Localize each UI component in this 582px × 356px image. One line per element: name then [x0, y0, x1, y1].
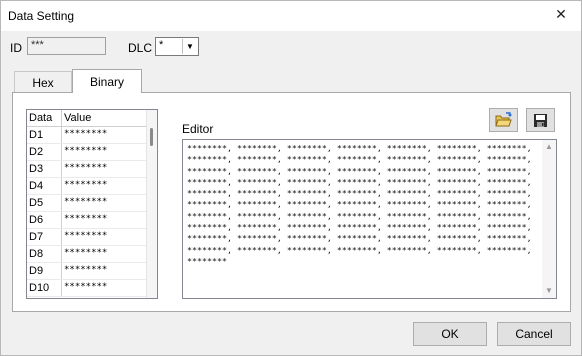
column-header-data[interactable]: Data [27, 110, 62, 126]
list-scrollbar[interactable] [146, 110, 157, 298]
list-item[interactable]: D6 ******** [27, 212, 147, 229]
id-field: *** [27, 37, 106, 55]
editor-label: Editor [182, 122, 214, 136]
list-item[interactable]: D8 ******** [27, 246, 147, 263]
cancel-button[interactable]: Cancel [497, 322, 571, 346]
dlc-select[interactable]: * ▼ [155, 37, 199, 56]
row-value: ******** [64, 282, 108, 292]
list-item[interactable]: D2 ******** [27, 144, 147, 161]
scroll-down-icon[interactable]: ▼ [545, 286, 553, 295]
list-item[interactable]: D10 ******** [27, 280, 147, 297]
dlc-value: * [159, 39, 164, 51]
row-data: D6 [27, 212, 62, 228]
list-item[interactable]: D1 ******** [27, 127, 147, 144]
list-rows: D1 ******** D2 ******** D3 ******** D4 *****… [27, 127, 147, 297]
column-header-value[interactable]: Value [62, 110, 147, 126]
close-icon[interactable]: ✕ [547, 3, 575, 27]
row-value: ******** [64, 180, 108, 190]
row-value: ******** [64, 265, 108, 275]
save-file-button[interactable] [526, 108, 555, 132]
row-data: D8 [27, 246, 62, 262]
row-data: D1 [27, 127, 62, 143]
tab-binary[interactable]: Binary [72, 69, 142, 93]
row-value: ******** [64, 231, 108, 241]
row-value: ******** [64, 214, 108, 224]
row-data: D10 [27, 280, 62, 296]
row-value: ******** [64, 163, 108, 173]
row-data: D9 [27, 263, 62, 279]
data-list[interactable]: Data Value D1 ******** D2 ******** D3 *****… [26, 109, 158, 299]
ok-button[interactable]: OK [413, 322, 487, 346]
row-value: ******** [64, 146, 108, 156]
row-data: D4 [27, 178, 62, 194]
list-item[interactable]: D3 ******** [27, 161, 147, 178]
list-item[interactable]: D4 ******** [27, 178, 147, 195]
list-item[interactable]: D5 ******** [27, 195, 147, 212]
row-value: ******** [64, 197, 108, 207]
dlc-label: DLC [128, 41, 153, 55]
row-value: ******** [64, 248, 108, 258]
row-data: D3 [27, 161, 62, 177]
list-item[interactable]: D7 ******** [27, 229, 147, 246]
editor-content[interactable]: ********, ********, ********, ********, … [187, 143, 539, 267]
window-title: Data Setting [8, 9, 75, 23]
save-disk-icon [534, 113, 547, 127]
scroll-up-icon[interactable]: ▲ [545, 142, 553, 151]
row-data: D5 [27, 195, 62, 211]
open-folder-icon [494, 112, 512, 127]
chevron-down-icon[interactable]: ▼ [182, 39, 197, 54]
list-header: Data Value [27, 110, 147, 127]
editor-scrollbar[interactable]: ▲ ▼ [542, 140, 556, 298]
data-setting-dialog: Data Setting ✕ ID *** DLC * ▼ Hex Binary… [0, 0, 582, 356]
row-data: D2 [27, 144, 62, 160]
list-item[interactable]: D9 ******** [27, 263, 147, 280]
open-file-button[interactable] [489, 108, 518, 132]
scrollbar-thumb[interactable] [150, 128, 153, 146]
id-label: ID [10, 41, 22, 55]
row-value: ******** [64, 129, 108, 139]
tab-hex[interactable]: Hex [14, 71, 72, 93]
row-data: D7 [27, 229, 62, 245]
editor-textarea[interactable]: ********, ********, ********, ********, … [182, 139, 557, 299]
title-bar: Data Setting ✕ [1, 1, 581, 31]
